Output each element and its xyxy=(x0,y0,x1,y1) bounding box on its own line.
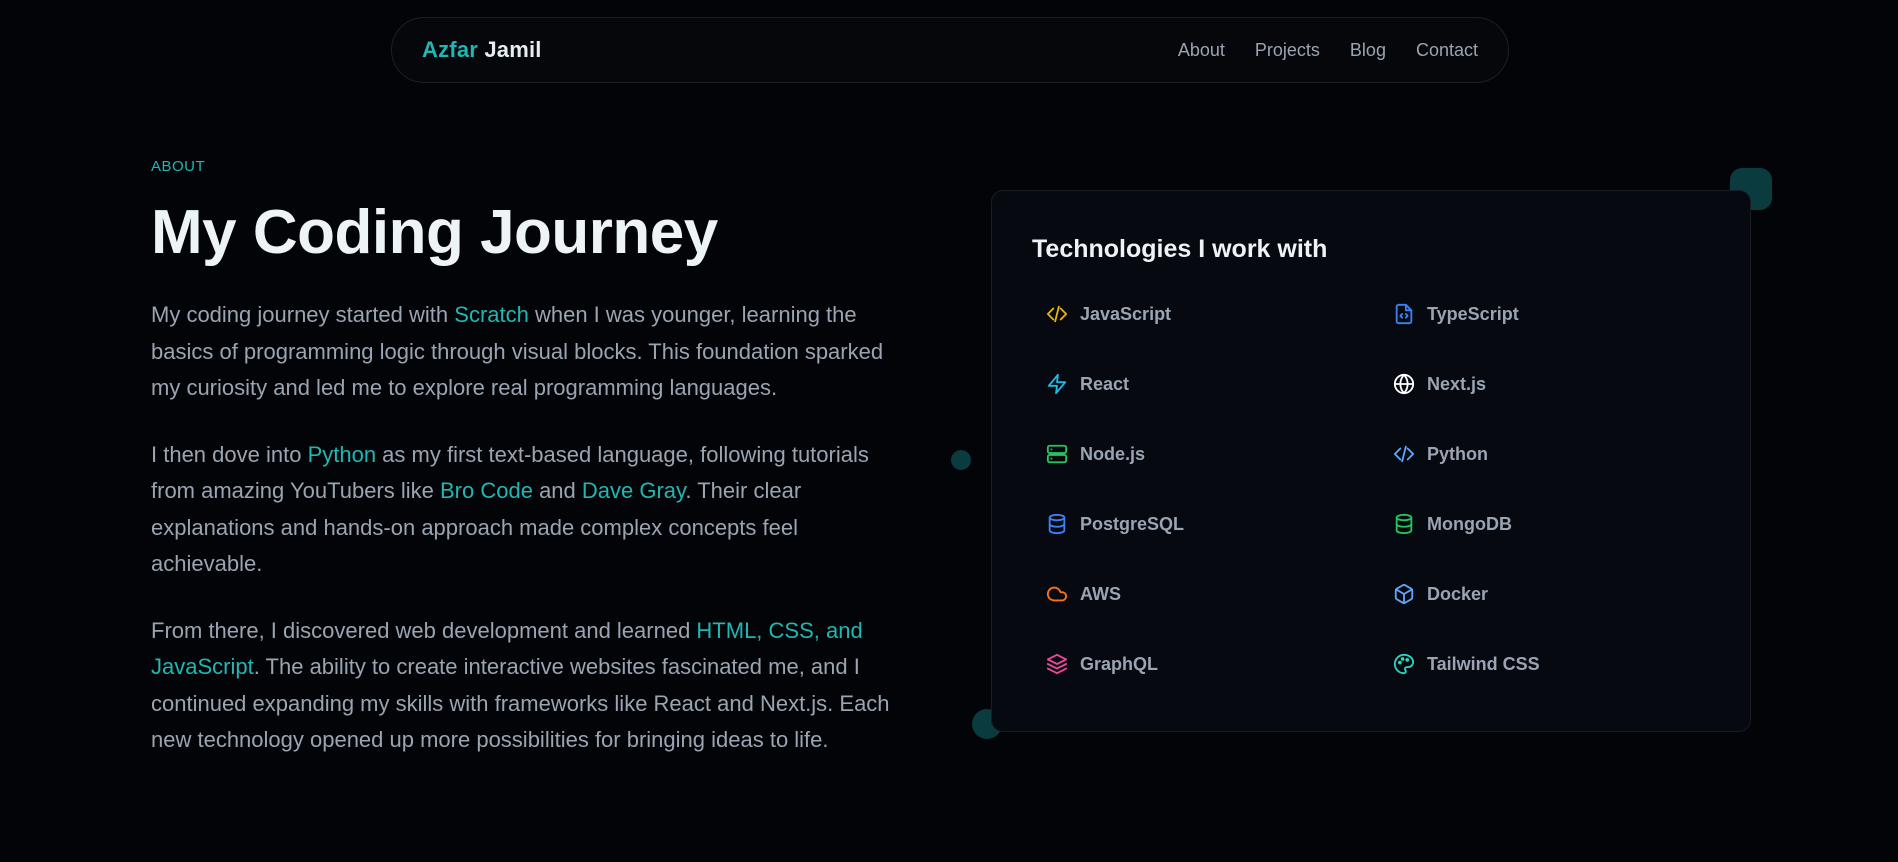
paragraph-3: From there, I discovered web development… xyxy=(151,613,906,759)
highlight-bro-code: Bro Code xyxy=(440,478,533,504)
highlight-dave-gray: Dave Gray xyxy=(581,478,686,504)
nav-link-blog[interactable]: Blog xyxy=(1350,40,1386,61)
nav-link-contact[interactable]: Contact xyxy=(1416,40,1478,61)
tech-name: AWS xyxy=(1080,583,1122,604)
tech-item: Node.js xyxy=(1046,443,1145,465)
tech-item: PostgreSQL xyxy=(1046,513,1184,535)
highlight-python: Python xyxy=(307,441,377,467)
database-icon xyxy=(1048,513,1066,535)
page-title: My Coding Journey xyxy=(151,198,718,267)
code-icon xyxy=(1393,445,1415,463)
layers-icon xyxy=(1046,653,1068,675)
tech-name: Docker xyxy=(1427,583,1489,604)
tech-item: GraphQL xyxy=(1046,653,1158,675)
file-code-icon xyxy=(1395,303,1413,325)
tech-name: React xyxy=(1080,373,1130,394)
tech-item: Tailwind CSS xyxy=(1393,653,1540,675)
tech-item: Docker xyxy=(1393,583,1488,605)
zap-icon xyxy=(1047,373,1067,395)
box-icon xyxy=(1394,583,1414,605)
paragraph-2: I then dove into Python as my first text… xyxy=(151,437,906,583)
highlight-scratch: Scratch xyxy=(454,302,529,328)
tech-name: JavaScript xyxy=(1080,303,1172,324)
server-icon xyxy=(1046,444,1068,464)
text: My coding journey started with xyxy=(151,302,455,328)
tech-name: MongoDB xyxy=(1427,513,1512,534)
about-section: ABOUT My Coding Journey My coding journe… xyxy=(151,158,911,789)
paragraph-1: My coding journey started with Scratch w… xyxy=(151,297,906,407)
decorative-dot xyxy=(951,450,971,470)
globe-icon xyxy=(1393,373,1415,395)
tech-item: AWS xyxy=(1046,583,1121,605)
brand-logo[interactable]: Azfar Jamil xyxy=(422,37,542,63)
tech-item: TypeScript xyxy=(1393,303,1519,325)
tech-item: MongoDB xyxy=(1393,513,1512,535)
database-icon xyxy=(1395,513,1413,535)
text: . The ability to create interactive webs… xyxy=(151,654,890,753)
nav-links: About Projects Blog Contact xyxy=(1148,40,1478,61)
tech-name: GraphQL xyxy=(1080,653,1159,674)
tech-item: Next.js xyxy=(1393,373,1486,395)
cloud-icon xyxy=(1046,586,1068,602)
nav-link-about[interactable]: About xyxy=(1178,40,1225,61)
tech-name: Next.js xyxy=(1427,373,1487,394)
text: I then dove into xyxy=(151,441,308,467)
tech-item: JavaScript xyxy=(1046,303,1171,325)
card-title: Technologies I work with xyxy=(1032,235,1328,263)
tech-item: React xyxy=(1046,373,1129,395)
navbar: Azfar Jamil About Projects Blog Contact xyxy=(391,17,1509,83)
palette-icon xyxy=(1393,653,1415,675)
section-eyebrow: ABOUT xyxy=(151,158,206,175)
technologies-card: Technologies I work with JavaScript Type… xyxy=(991,190,1751,732)
tech-name: Node.js xyxy=(1080,443,1146,464)
brand-last-name: Jamil xyxy=(484,37,542,62)
tech-name: TypeScript xyxy=(1427,303,1519,324)
code-icon xyxy=(1046,305,1068,323)
text: and xyxy=(532,478,582,504)
tech-name: PostgreSQL xyxy=(1080,513,1185,534)
text: From there, I discovered web development… xyxy=(151,617,697,643)
tech-item: Python xyxy=(1393,443,1488,465)
brand-first-name: Azfar xyxy=(422,37,479,62)
tech-name: Tailwind CSS xyxy=(1427,653,1540,674)
nav-link-projects[interactable]: Projects xyxy=(1255,40,1320,61)
tech-name: Python xyxy=(1427,443,1488,464)
